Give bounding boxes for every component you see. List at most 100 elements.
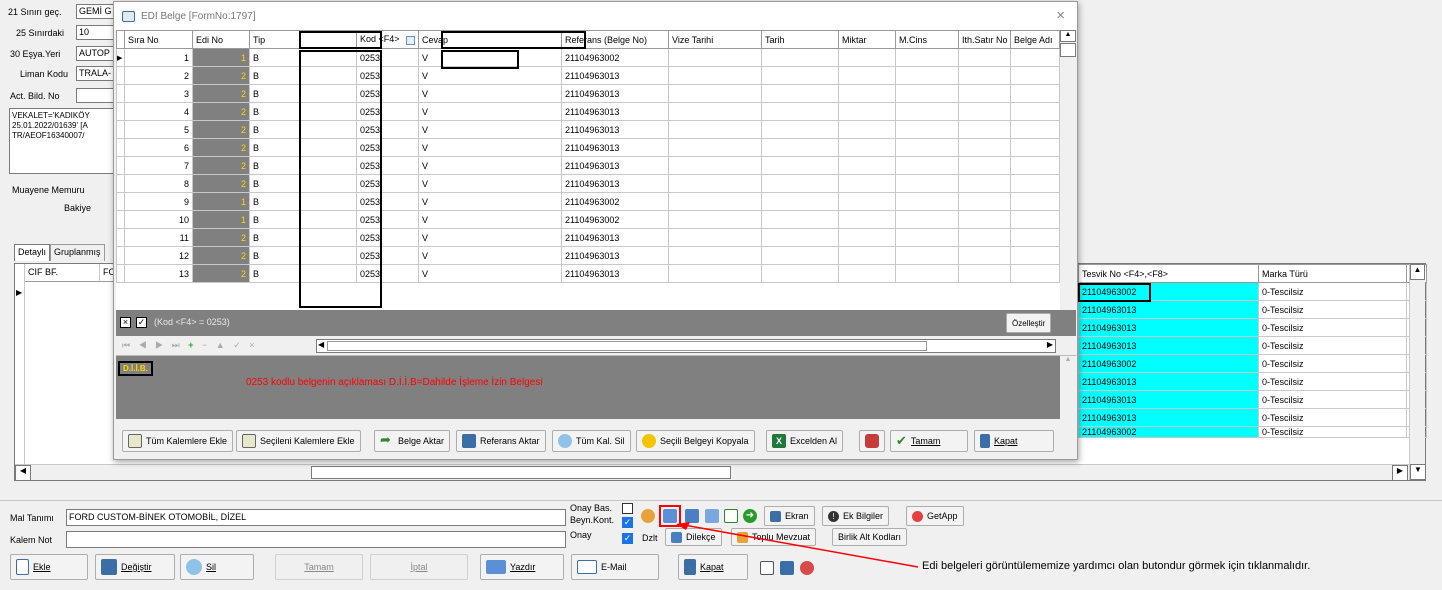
sira-cell[interactable]: 5 [124,120,193,139]
empty-cell[interactable] [761,102,839,121]
empty-cell[interactable] [668,138,762,157]
tesvik-cell[interactable]: 21104963002 [1078,426,1259,438]
table-row[interactable]: 5 2 B 0253 V 21104963013 [116,120,1060,139]
marka-cell[interactable]: 0-Tescilsiz [1258,300,1407,319]
empty-cell[interactable] [958,192,1011,211]
empty-cell[interactable] [668,66,762,85]
ozellestir-button[interactable]: Özelleştir [1006,313,1052,333]
table-row[interactable]: 6 2 B 0253 V 21104963013 [116,138,1060,157]
empty-cell[interactable] [838,192,896,211]
report-icon[interactable] [685,509,699,523]
cevap-cell[interactable]: V [418,66,562,85]
tesvik-cell[interactable]: 21104963013 [1078,300,1259,319]
edi-no-cell[interactable]: 2 [192,84,250,103]
referans-cell[interactable]: 21104963013 [561,120,669,139]
excelden-al-button[interactable]: X Excelden Al [766,430,844,452]
iptal-button[interactable]: İptal [370,554,468,580]
empty-cell[interactable] [958,156,1011,175]
cevap-cell[interactable]: V [418,192,562,211]
cevap-cell[interactable]: V [418,120,562,139]
row-indicator[interactable] [116,192,125,211]
empty-cell[interactable] [668,120,762,139]
referans-cell[interactable]: 21104963013 [561,246,669,265]
empty-cell[interactable] [958,210,1011,229]
tip-cell[interactable]: B [249,84,357,103]
tip-cell[interactable]: B [249,210,357,229]
empty-cell[interactable] [761,84,839,103]
edi-no-cell[interactable]: 2 [192,246,250,265]
marka-cell[interactable]: 0-Tescilsiz [1258,336,1407,355]
col-header-referans[interactable]: Referans (Belge No) [561,30,669,49]
empty-cell[interactable] [895,228,959,247]
empty-cell[interactable] [895,102,959,121]
empty-cell[interactable] [958,102,1011,121]
empty-cell[interactable] [1010,102,1060,121]
table-row[interactable]: 13 2 B 0253 V 21104963013 [116,264,1060,283]
scroll-right-icon[interactable]: ▶ [1047,340,1053,349]
empty-cell[interactable] [958,84,1011,103]
table-row[interactable]: ▶ 1 1 B 0253 V 21104963002 [116,48,1060,67]
empty-cell[interactable] [838,174,896,193]
sira-cell[interactable]: 13 [124,264,193,283]
marka-cell[interactable]: 0-Tescilsiz [1258,372,1407,391]
empty-cell[interactable] [1010,84,1060,103]
cevap-cell[interactable]: V [418,84,562,103]
email-button[interactable]: E-Mail [571,554,659,580]
empty-cell[interactable] [761,138,839,157]
empty-cell[interactable] [958,48,1011,67]
sira-cell[interactable]: 10 [124,210,193,229]
empty-cell[interactable] [895,120,959,139]
empty-cell[interactable] [1010,192,1060,211]
table-row[interactable]: 2 2 B 0253 V 21104963013 [116,66,1060,85]
empty-cell[interactable] [895,192,959,211]
empty-cell[interactable] [1010,156,1060,175]
scroll-down-icon[interactable]: ▼ [1410,464,1426,480]
sira-cell[interactable]: 7 [124,156,193,175]
empty-cell[interactable] [838,120,896,139]
hscroll-thumb[interactable] [311,466,731,479]
yazdir-button[interactable]: Yazdır [480,554,564,580]
grid-hscrollbar[interactable]: ◀ ▶ [15,464,1409,481]
tip-cell[interactable]: B [249,102,357,121]
kod-cell[interactable]: 0253 [356,138,419,157]
empty-cell[interactable] [1010,138,1060,157]
referans-cell[interactable]: 21104963002 [561,210,669,229]
marka-cell[interactable]: 0-Tescilsiz [1258,282,1407,301]
toolbar-tamam-button[interactable]: Tamam [275,554,363,580]
table-row[interactable]: 7 2 B 0253 V 21104963013 [116,156,1060,175]
onay-checkbox[interactable]: ✓ [622,533,633,544]
empty-cell[interactable] [958,264,1011,283]
referans-cell[interactable]: 21104963013 [561,66,669,85]
kod-cell[interactable]: 0253 [356,120,419,139]
table-row[interactable]: 11 2 B 0253 V 21104963013 [116,228,1060,247]
empty-cell[interactable] [895,210,959,229]
empty-cell[interactable] [761,156,839,175]
empty-cell[interactable] [838,228,896,247]
col-header-marka[interactable]: Marka Türü [1258,264,1407,283]
col-header-mcins[interactable]: M.Cins [895,30,959,49]
clear-filter-icon[interactable]: × [120,317,131,328]
marka-cell[interactable]: 0-Tescilsiz [1258,318,1407,337]
cevap-cell[interactable]: V [418,156,562,175]
sinirdaki-field[interactable]: 10 [76,25,116,40]
kapat-button[interactable]: Kapat [974,430,1054,452]
tesvik-cell[interactable]: 21104963002 [1078,282,1259,301]
empty-cell[interactable] [838,48,896,67]
tamam-button[interactable]: ✔ Tamam [890,430,968,452]
tesvik-cell[interactable]: 21104963013 [1078,372,1259,391]
kod-cell[interactable]: 0253 [356,210,419,229]
row-indicator[interactable] [116,210,125,229]
cevap-cell[interactable]: V [418,264,562,283]
tab-detayli[interactable]: Detaylı [14,244,51,261]
edi-no-cell[interactable]: 2 [192,66,250,85]
edi-grid[interactable]: Sıra No Edi No Tip Kod <F4> Cevap Refera… [116,30,1076,310]
memo-field[interactable]: VEKALET='KADIKÖY 25.01.2022/01639' [A TR… [9,108,116,174]
empty-cell[interactable] [838,264,896,283]
referans-cell[interactable]: 21104963002 [561,48,669,67]
tesvik-cell[interactable]: 21104963013 [1078,336,1259,355]
col-header-cif[interactable]: CIF BF. [25,264,100,282]
act-bild-field[interactable] [76,88,116,103]
tab-gruplanmis[interactable]: Gruplanmış [50,244,105,261]
row-indicator[interactable] [116,174,125,193]
row-indicator[interactable] [116,120,125,139]
